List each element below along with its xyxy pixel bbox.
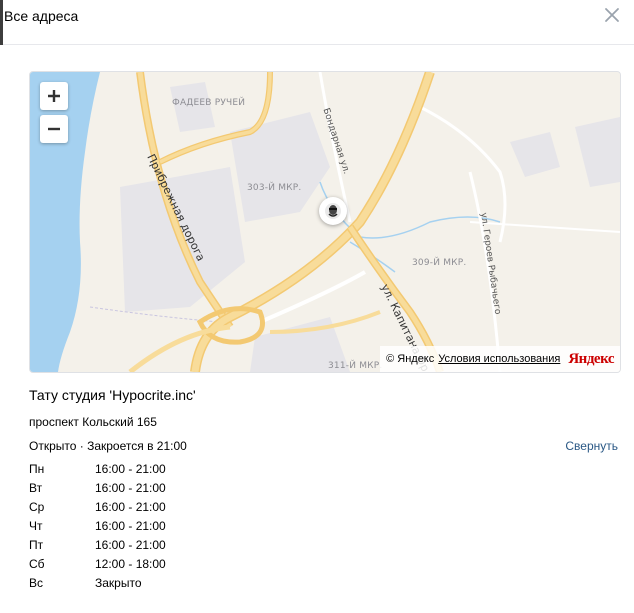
hours-day: Чт (29, 519, 43, 533)
yandex-logo[interactable]: Яндекс (568, 351, 614, 368)
address-panel: ФАДЕЕВ РУЧЕЙ 303-Й МКР. 309-Й МКР. 311-Й… (0, 45, 634, 613)
hours-row: Вт 16:00 - 21:00 (29, 481, 166, 500)
hours-time: 12:00 - 18:00 (95, 557, 166, 571)
hours-time: 16:00 - 21:00 (95, 538, 166, 552)
hours-time: 16:00 - 21:00 (95, 519, 166, 533)
hours-day: Пн (29, 462, 45, 476)
place-name: Тату студия 'Hypocrite.inc' (29, 387, 196, 403)
district-label: 309-Й МКР. (412, 258, 467, 268)
hours-row: Ср 16:00 - 21:00 (29, 500, 166, 519)
open-status: Открыто · Закроется в 21:00 (29, 439, 187, 453)
hours-day: Сб (29, 557, 45, 571)
close-button[interactable] (602, 5, 622, 25)
hours-row: Вс Закрыто (29, 576, 166, 595)
hours-time: 16:00 - 21:00 (95, 481, 166, 495)
hours-day: Вт (29, 481, 43, 495)
hours-time: 16:00 - 21:00 (95, 500, 166, 514)
minus-icon (48, 127, 60, 131)
place-marker[interactable] (319, 197, 347, 225)
opening-hours: Пн 16:00 - 21:00 Вт 16:00 - 21:00 Ср 16:00 … (29, 462, 166, 595)
place-avatar-icon (325, 203, 341, 219)
hours-row: Пн 16:00 - 21:00 (29, 462, 166, 481)
hours-row: Пт 16:00 - 21:00 (29, 538, 166, 557)
hours-time: Закрыто (95, 576, 142, 590)
district-label: 303-Й МКР. (247, 183, 302, 193)
map-copyright: © Яндекс (386, 353, 435, 365)
zoom-out-button[interactable] (40, 115, 68, 143)
hours-day: Пт (29, 538, 44, 552)
hours-row: Сб 12:00 - 18:00 (29, 557, 166, 576)
place-address: проспект Кольский 165 (29, 415, 157, 429)
hours-time: 16:00 - 21:00 (95, 462, 166, 476)
district-label: 311-Й МКР. (328, 361, 383, 371)
map[interactable]: ФАДЕЕВ РУЧЕЙ 303-Й МКР. 309-Й МКР. 311-Й… (29, 71, 621, 373)
map-terms-link[interactable]: Условия использования (438, 353, 560, 365)
hours-row: Чт 16:00 - 21:00 (29, 519, 166, 538)
district-label: ФАДЕЕВ РУЧЕЙ (172, 98, 246, 108)
plus-icon (48, 90, 60, 102)
hours-day: Вс (29, 576, 44, 590)
modal-header: Все адреса (3, 0, 634, 45)
zoom-in-button[interactable] (40, 82, 68, 110)
collapse-link[interactable]: Свернуть (565, 439, 618, 453)
map-attribution: © Яндекс Условия использования Яндекс (380, 346, 620, 372)
modal-title: Все адреса (4, 8, 79, 24)
close-icon (605, 8, 619, 22)
hours-day: Ср (29, 500, 45, 514)
